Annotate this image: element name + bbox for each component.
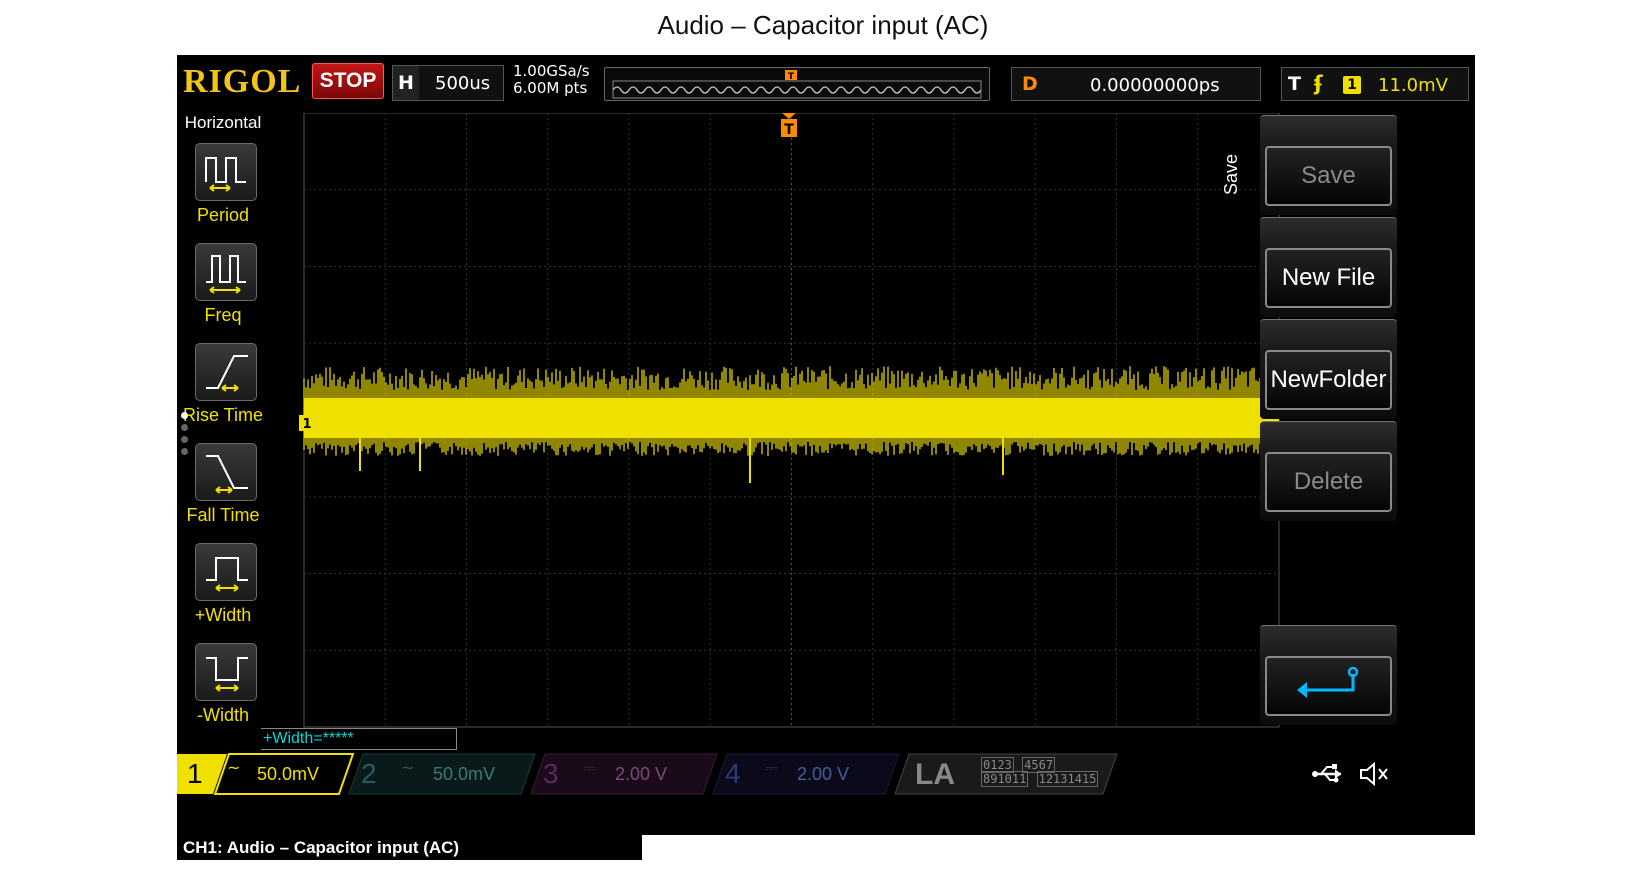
memory-trigger-marker: T (785, 70, 797, 82)
sample-rate: 1.00GSa/s (513, 62, 590, 80)
measure-freq[interactable]: Freq (177, 243, 269, 339)
ch3-scale: 2.00 V (615, 764, 668, 784)
measure-category-label: Horizontal (184, 113, 262, 132)
fall-time-icon (195, 443, 257, 501)
rise-time-icon (195, 343, 257, 401)
freq-icon (195, 243, 257, 301)
run-stop-button[interactable]: STOP (312, 63, 384, 99)
acquisition-info: 1.00GSa/s 6.00M pts (513, 63, 590, 97)
memory-overview[interactable]: T (604, 67, 990, 101)
ch2-settings[interactable]: 2 ~ 50.0mV (355, 752, 535, 796)
measure-label: Fall Time (186, 505, 260, 525)
measure-rise-time[interactable]: Rise Time (177, 343, 269, 439)
ch2-number: 2 (361, 758, 377, 789)
ch2-scale: 50.0mV (433, 764, 496, 784)
la-label: LA (915, 758, 955, 791)
footer-caption: CH1: Audio – Capacitor input (AC) (177, 835, 642, 860)
measure-label: +Width (194, 605, 252, 625)
back-button[interactable] (1260, 625, 1397, 725)
new-file-label: New File (1265, 248, 1392, 308)
trigger-position-label: T (784, 122, 794, 138)
usb-icon (1311, 762, 1347, 790)
logic-analyzer-tab[interactable]: LA 0123 4567 891011 12131415 (899, 754, 1117, 794)
measure-period[interactable]: Period (177, 143, 269, 239)
measure-label: Period (196, 205, 250, 225)
measure-label: Rise Time (182, 405, 263, 425)
trigger-level: 11.0mV (1378, 75, 1448, 96)
measure-label: -Width (196, 705, 249, 725)
ch1-scale: 50.0mV (257, 764, 320, 784)
speaker-mute-icon[interactable] (1357, 760, 1391, 792)
rising-edge-icon: ʄ (1314, 71, 1323, 95)
la-channel-grid: 0123 4567 891011 12131415 (981, 757, 1099, 787)
delete-label: Delete (1265, 452, 1392, 512)
delay-value: 0.00000000ps (1090, 75, 1220, 96)
dc-coupling-icon: ⎓ (583, 758, 596, 777)
measure-neg-width[interactable]: -Width (177, 643, 269, 739)
horizontal-key: H (393, 66, 419, 100)
ch1-number-tab[interactable]: 1 (177, 752, 227, 796)
save-button[interactable]: Save (1260, 115, 1397, 215)
menu-page-indicator (181, 412, 188, 460)
brand-logo: RIGOL (183, 63, 302, 100)
horizontal-timebase[interactable]: H 500us (392, 65, 504, 101)
timebase-value: 500us (435, 73, 491, 94)
new-file-button[interactable]: New File (1260, 217, 1397, 317)
trigger-source-badge: 1 (1343, 76, 1361, 94)
waveform-display[interactable]: T 1 T (299, 113, 1309, 733)
ch1-number: 1 (187, 758, 203, 789)
new-folder-button[interactable]: NewFolder (1260, 319, 1397, 419)
oscilloscope-screen: RIGOL STOP H 500us 1.00GSa/s 6.00M pts T… (177, 55, 1475, 835)
ac-coupling-icon: ~ (227, 758, 241, 777)
neg-width-icon (195, 643, 257, 701)
ch3-number: 3 (543, 758, 559, 789)
pos-width-icon (195, 543, 257, 601)
measure-pos-width[interactable]: +Width (177, 543, 269, 639)
new-folder-label: NewFolder (1265, 350, 1392, 410)
measure-fall-time[interactable]: Fall Time (177, 443, 269, 539)
memory-depth: 6.00M pts (513, 79, 588, 97)
dc-coupling-icon: ⎓ (765, 758, 778, 777)
trigger-readout[interactable]: T ʄ 1 11.0mV (1281, 67, 1469, 101)
ac-coupling-icon: ~ (401, 758, 415, 777)
measure-label: Freq (204, 305, 242, 325)
ch1-settings[interactable]: ~ 50.0mV (227, 752, 347, 796)
page-title: Audio – Capacitor input (AC) (657, 10, 989, 40)
ch4-scale: 2.00 V (797, 764, 850, 784)
period-icon (195, 143, 257, 201)
save-button-label: Save (1265, 146, 1392, 206)
memory-waveform-overview: T (612, 70, 982, 99)
trigger-key: T (1288, 73, 1301, 95)
ch1-marker-label: 1 (302, 417, 311, 432)
svg-text:T: T (788, 72, 795, 82)
return-arrow-icon (1265, 656, 1392, 716)
channel-status-bar: 1 ~ 50.0mV 2 ~ 50.0mV 3 ⎓ 2.00 V 4 ⎓ 2.0… (177, 752, 1475, 796)
ch4-settings[interactable]: 4 ⎓ 2.00 V (719, 752, 899, 796)
measurement-readout: +Width=***** (261, 728, 457, 750)
delay-key: D (1022, 73, 1038, 95)
delete-button[interactable]: Delete (1260, 421, 1397, 521)
save-menu-tab: Save (1221, 153, 1242, 196)
delay-readout[interactable]: D 0.00000000ps (1011, 67, 1261, 101)
ch4-number: 4 (725, 758, 741, 789)
ch3-settings[interactable]: 3 ⎓ 2.00 V (537, 752, 717, 796)
